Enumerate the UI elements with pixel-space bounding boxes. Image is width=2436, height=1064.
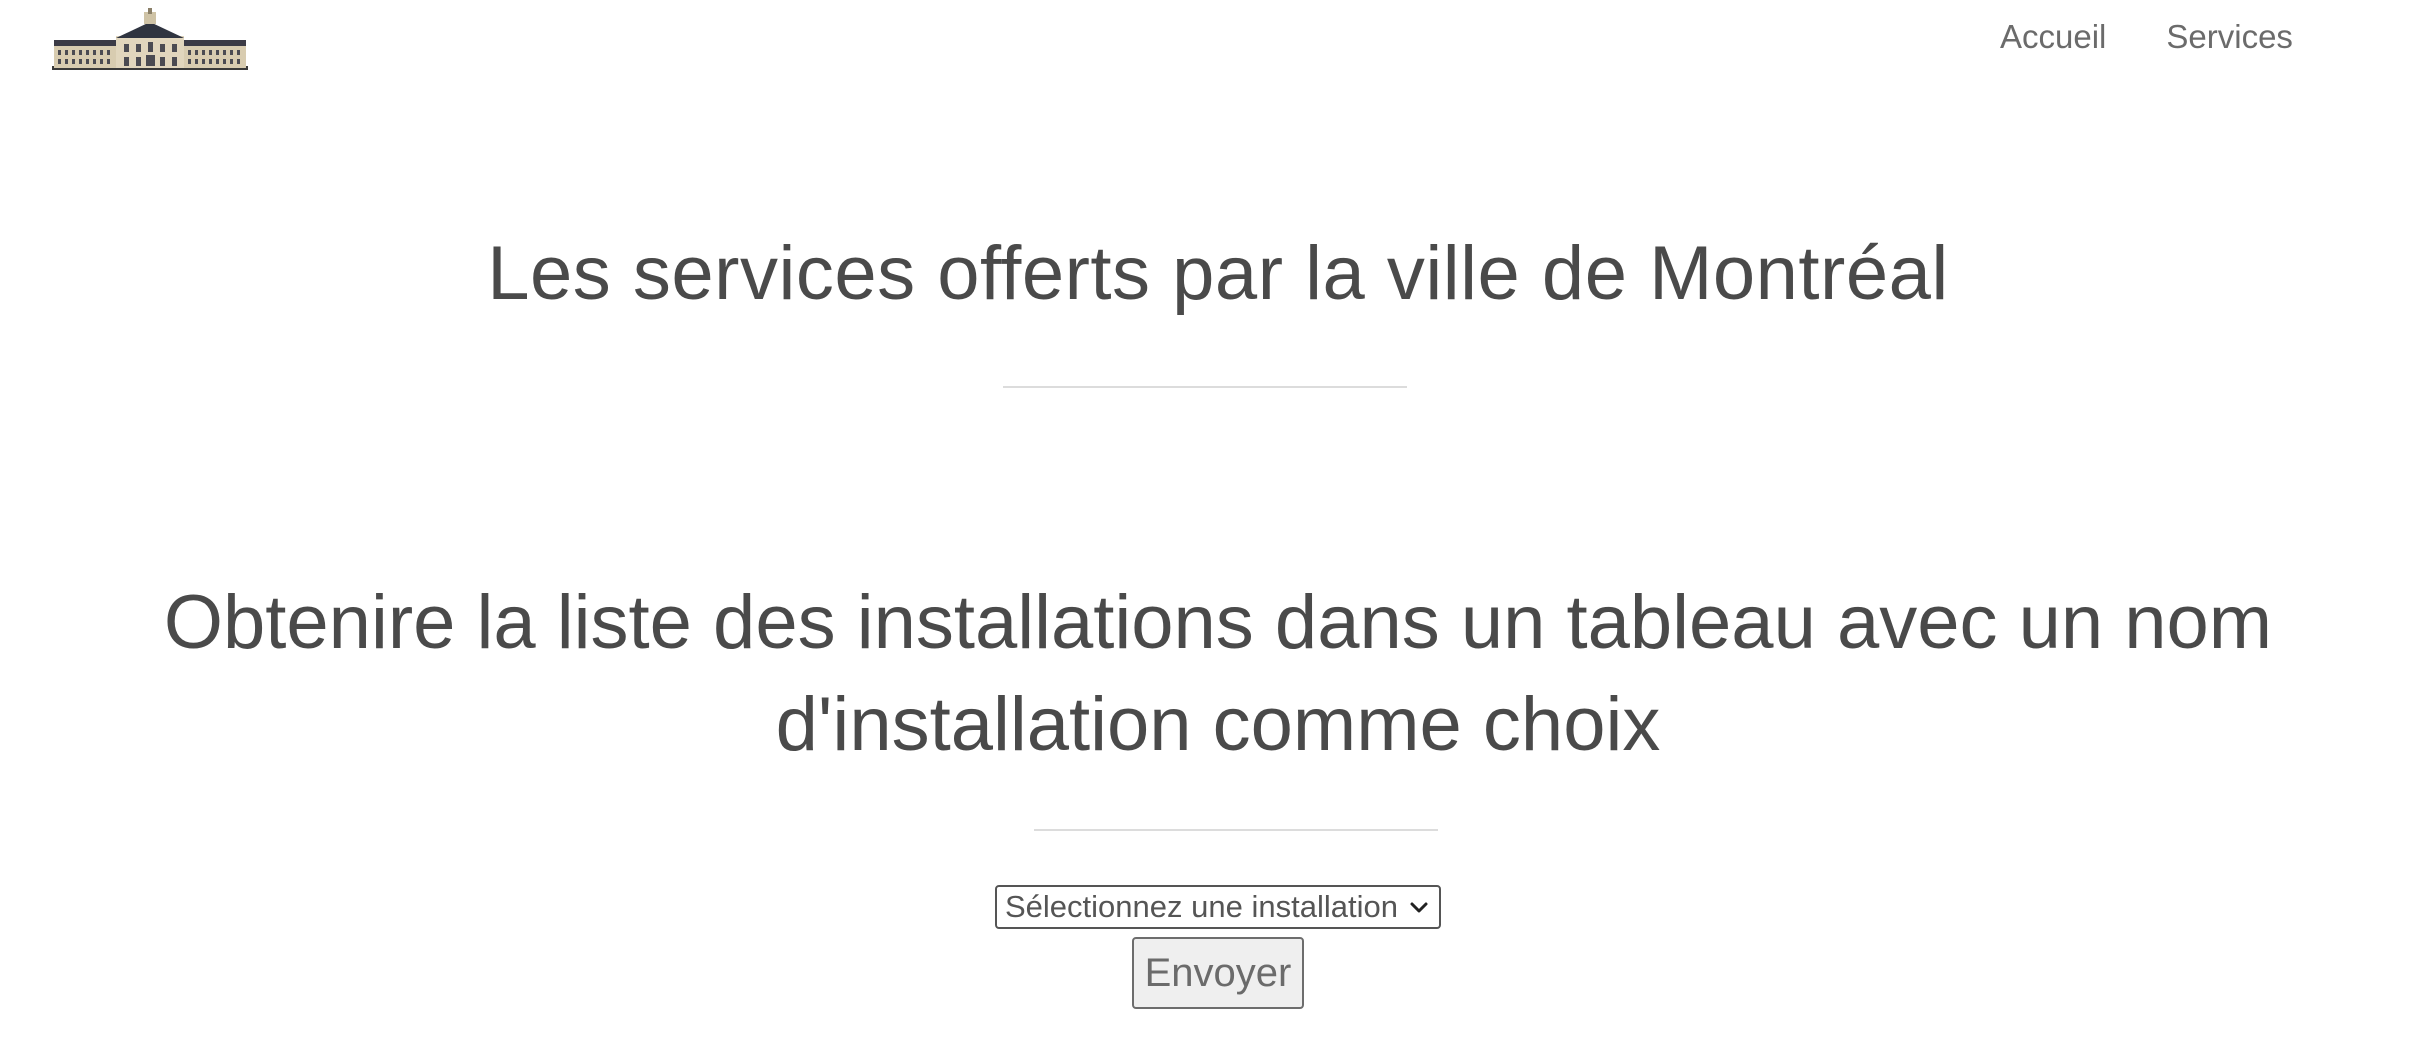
city-hall-logo-icon[interactable]	[52, 8, 248, 72]
nav-link-accueil[interactable]: Accueil	[2000, 18, 2106, 56]
submit-button[interactable]: Envoyer	[1132, 937, 1304, 1009]
installation-select-value: Sélectionnez une installation	[1005, 889, 1398, 924]
section-divider	[1034, 829, 1438, 831]
installation-select[interactable]: Sélectionnez une installation	[995, 885, 1441, 929]
navbar: Accueil Services	[0, 0, 2436, 80]
section-heading-line-1: Obtenire la liste des installations dans…	[163, 580, 2273, 665]
section-heading: Obtenire la liste des installations dans…	[150, 572, 2286, 776]
section-heading-line-2: d'installation comme choix	[775, 682, 1661, 767]
title-divider	[1003, 386, 1407, 388]
installation-form: Sélectionnez une installation Envoyer	[0, 885, 2436, 1009]
main-nav: Accueil Services	[2000, 18, 2293, 56]
chevron-down-icon	[1410, 902, 1428, 913]
nav-link-services[interactable]: Services	[2166, 18, 2293, 56]
page-title: Les services offerts par la ville de Mon…	[487, 231, 1949, 316]
